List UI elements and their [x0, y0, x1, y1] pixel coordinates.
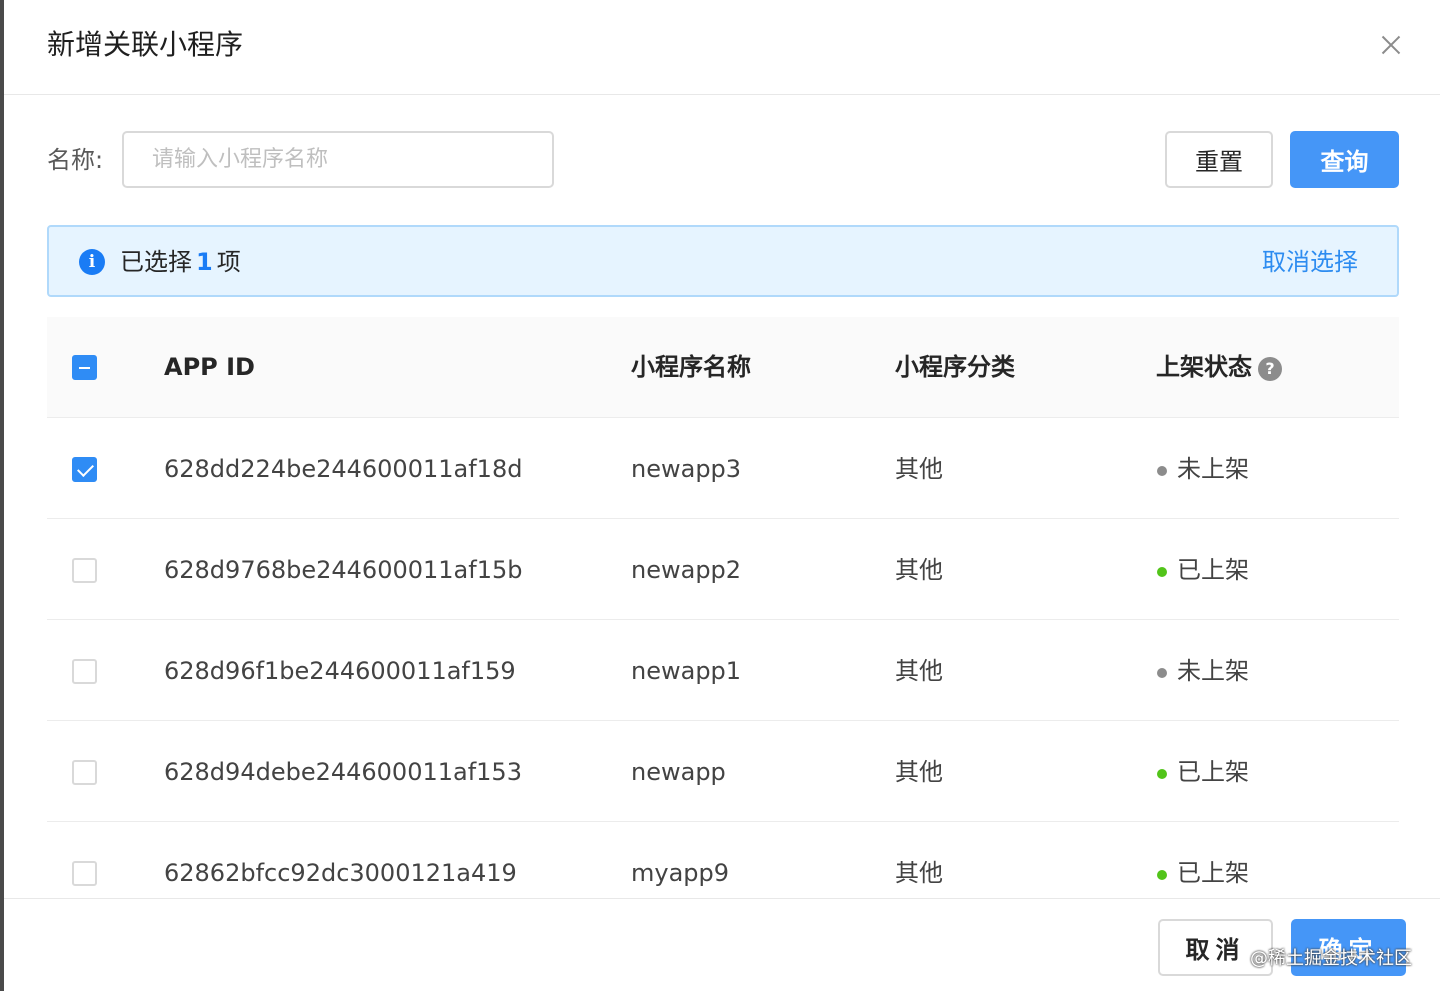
row-checkbox[interactable] — [72, 457, 97, 482]
column-header-status-label: 上架状态 — [1156, 353, 1252, 381]
status-dot — [1157, 870, 1167, 880]
cell-status: 已上架 — [1177, 758, 1249, 786]
row-checkbox[interactable] — [72, 861, 97, 886]
modal-title: 新增关联小程序 — [47, 28, 244, 61]
table-row[interactable]: 628d9768be244600011af15b newapp2 其他 已上架 — [47, 519, 1399, 620]
row-checkbox[interactable] — [72, 659, 97, 684]
row-checkbox[interactable] — [72, 760, 97, 785]
selection-prefix: 已选择 — [120, 248, 192, 276]
modal-footer: 取消 确定 — [4, 898, 1440, 991]
table-row[interactable]: 62862bfcc92dc3000121a419 myapp9 其他 已上架 — [47, 822, 1399, 899]
reset-button[interactable]: 重置 — [1165, 131, 1273, 188]
miniprogram-table: APP ID 小程序名称 小程序分类 上架状态? 628dd224be24460… — [47, 317, 1399, 899]
cell-name: newapp3 — [631, 455, 742, 483]
table-row[interactable]: 628d94debe244600011af153 newapp 其他 已上架 — [47, 721, 1399, 822]
cell-category: 其他 — [895, 859, 943, 887]
cell-category: 其他 — [895, 556, 943, 584]
cell-status: 未上架 — [1177, 455, 1249, 483]
info-icon: i — [79, 249, 105, 275]
cell-category: 其他 — [895, 455, 943, 483]
cell-app-id: 628d96f1be244600011af159 — [164, 657, 516, 685]
table-row[interactable]: 628d96f1be244600011af159 newapp1 其他 未上架 — [47, 620, 1399, 721]
column-header-status: 上架状态? — [1156, 351, 1282, 383]
status-dot — [1157, 567, 1167, 577]
cell-name: myapp9 — [631, 859, 730, 887]
cell-name: newapp1 — [631, 657, 742, 685]
modal-header: 新增关联小程序 — [4, 0, 1440, 95]
selection-suffix: 项 — [216, 248, 241, 276]
row-checkbox[interactable] — [72, 558, 97, 583]
cell-app-id: 628dd224be244600011af18d — [164, 455, 523, 483]
cell-name: newapp2 — [631, 556, 742, 584]
name-label: 名称: — [47, 146, 104, 174]
name-search-input[interactable] — [122, 131, 554, 188]
selection-alert: i 已选择 1 项 取消选择 — [47, 225, 1399, 297]
column-header-category: 小程序分类 — [895, 353, 1015, 381]
column-header-app-id: APP ID — [164, 353, 255, 381]
cell-status: 已上架 — [1177, 556, 1249, 584]
status-dot — [1157, 466, 1167, 476]
cell-app-id: 62862bfcc92dc3000121a419 — [164, 859, 517, 887]
cell-category: 其他 — [895, 758, 943, 786]
add-miniprogram-modal: 新增关联小程序 名称: 重置 查询 i 已选择1项 取消选择 APP ID 小程… — [4, 0, 1440, 991]
cell-status: 已上架 — [1177, 859, 1249, 887]
status-dot — [1157, 769, 1167, 779]
column-header-name: 小程序名称 — [631, 353, 751, 381]
cell-name: newapp — [631, 758, 726, 786]
cell-category: 其他 — [895, 657, 943, 685]
table-header: APP ID 小程序名称 小程序分类 上架状态? — [47, 317, 1399, 418]
close-icon[interactable] — [1376, 30, 1406, 60]
selection-count: 1 — [196, 248, 213, 276]
watermark: @稀土掘金技术社区 — [1250, 948, 1412, 969]
cell-app-id: 628d9768be244600011af15b — [164, 556, 523, 584]
cell-app-id: 628d94debe244600011af153 — [164, 758, 522, 786]
clear-selection-link[interactable]: 取消选择 — [1262, 246, 1358, 278]
select-all-checkbox[interactable] — [72, 355, 97, 380]
cell-status: 未上架 — [1177, 657, 1249, 685]
question-icon[interactable]: ? — [1258, 357, 1282, 381]
query-button[interactable]: 查询 — [1290, 131, 1399, 188]
selection-summary: 已选择 1 项 — [120, 246, 241, 278]
status-dot — [1157, 668, 1167, 678]
table-row[interactable]: 628dd224be244600011af18d newapp3 其他 未上架 — [47, 418, 1399, 519]
